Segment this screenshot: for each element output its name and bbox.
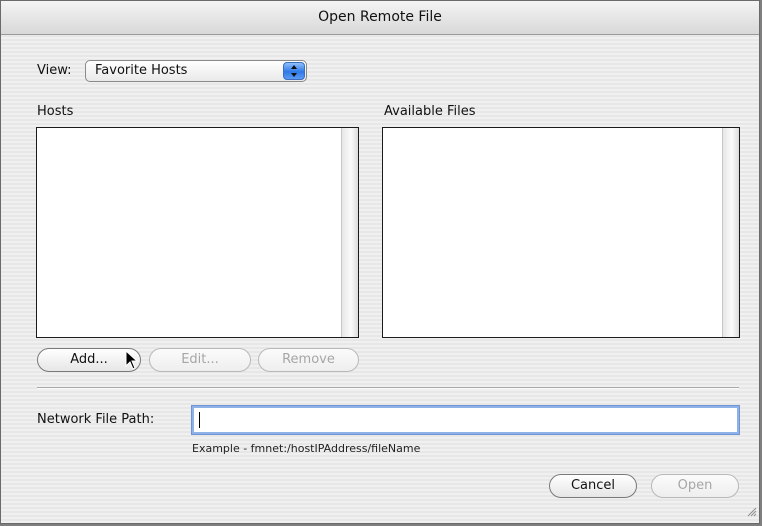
available-files-list[interactable] [382,127,740,338]
available-files-label: Available Files [384,104,476,119]
view-popup-value: Favorite Hosts [95,63,188,78]
view-popup[interactable]: Favorite Hosts [85,60,307,82]
hosts-label: Hosts [37,104,74,119]
edit-host-button[interactable]: Edit... [149,348,251,372]
updown-arrows-icon [283,62,305,80]
window-title: Open Remote File [1,1,759,35]
cancel-button[interactable]: Cancel [549,474,637,498]
hosts-list[interactable] [36,127,359,338]
hosts-scrollbar[interactable] [341,128,358,337]
open-remote-file-dialog: Open Remote File View: Favorite Hosts Ho… [0,0,760,524]
example-hint: Example - fmnet:/hostIPAddress/fileName [192,442,421,455]
view-label: View: [37,63,72,78]
files-scrollbar[interactable] [722,128,739,337]
remove-host-button[interactable]: Remove [258,348,359,372]
resize-grip-icon[interactable] [745,505,757,521]
network-file-path-label: Network File Path: [37,412,155,427]
section-divider [37,387,739,389]
mouse-pointer-icon [125,349,139,374]
open-button[interactable]: Open [651,474,739,498]
text-caret [199,412,200,428]
network-file-path-input[interactable] [192,406,739,434]
